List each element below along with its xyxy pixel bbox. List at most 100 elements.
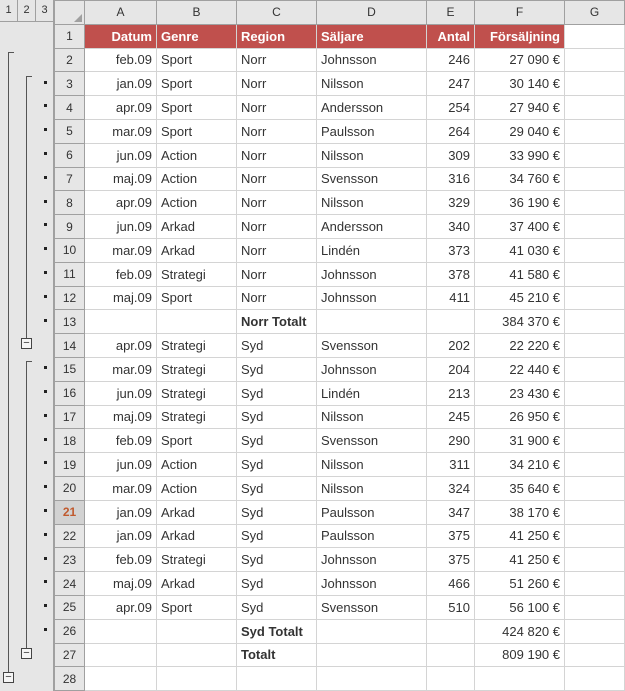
row-header-4[interactable]: 4 [55,96,85,120]
cell[interactable]: Strategi [157,381,237,405]
cell[interactable]: Action [157,143,237,167]
cell[interactable]: Syd [237,572,317,596]
cell[interactable]: 29 040 € [475,119,565,143]
cell[interactable] [157,667,237,691]
cell[interactable] [565,191,625,215]
cell[interactable]: 41 030 € [475,238,565,262]
row-header-19[interactable]: 19 [55,453,85,477]
cell[interactable]: Andersson [317,96,427,120]
cell[interactable]: Nilsson [317,72,427,96]
row-header-9[interactable]: 9 [55,215,85,239]
cell[interactable]: 809 190 € [475,643,565,667]
cell[interactable]: Syd Totalt [237,619,317,643]
cell[interactable]: 347 [427,500,475,524]
cell[interactable]: 311 [427,453,475,477]
cell[interactable]: 309 [427,143,475,167]
cell[interactable]: Norr [237,167,317,191]
cell[interactable] [475,667,565,691]
cell[interactable]: Johnsson [317,572,427,596]
header-cell-B[interactable]: Genre [157,24,237,48]
cell[interactable]: 510 [427,595,475,619]
cell[interactable]: jan.09 [85,524,157,548]
select-all-corner[interactable] [55,1,85,25]
cell[interactable]: jun.09 [85,215,157,239]
cell[interactable]: 35 640 € [475,476,565,500]
outline-level-2[interactable]: 2 [18,0,36,21]
cell[interactable]: 23 430 € [475,381,565,405]
cell[interactable]: 247 [427,72,475,96]
cell[interactable]: 375 [427,524,475,548]
cell[interactable]: 27 090 € [475,48,565,72]
cell[interactable]: feb.09 [85,429,157,453]
cell[interactable]: 34 760 € [475,167,565,191]
cell[interactable]: jan.09 [85,500,157,524]
row-header-6[interactable]: 6 [55,143,85,167]
cell[interactable]: 329 [427,191,475,215]
cell[interactable]: Paulsson [317,524,427,548]
cell[interactable] [565,429,625,453]
cell[interactable]: Syd [237,595,317,619]
cell[interactable]: Action [157,453,237,477]
cell[interactable]: Syd [237,357,317,381]
cell[interactable] [565,643,625,667]
row-header-27[interactable]: 27 [55,643,85,667]
cell[interactable]: Arkad [157,524,237,548]
cell[interactable]: 27 940 € [475,96,565,120]
cell[interactable]: Svensson [317,595,427,619]
cell[interactable]: 254 [427,96,475,120]
header-cell-F[interactable]: Försäljning [475,24,565,48]
cell[interactable]: Nilsson [317,405,427,429]
cell[interactable]: 38 170 € [475,500,565,524]
cell[interactable]: Sport [157,96,237,120]
cell[interactable]: feb.09 [85,548,157,572]
cell[interactable]: 411 [427,286,475,310]
cell[interactable]: Norr [237,143,317,167]
cell[interactable]: Paulsson [317,500,427,524]
cell[interactable] [317,643,427,667]
cell[interactable]: Arkad [157,215,237,239]
cell[interactable]: 264 [427,119,475,143]
cell[interactable]: Sport [157,429,237,453]
cell[interactable]: Sport [157,119,237,143]
cell[interactable]: Norr Totalt [237,310,317,334]
column-header-F[interactable]: F [475,1,565,25]
cell[interactable]: apr.09 [85,191,157,215]
cell[interactable] [565,548,625,572]
cell[interactable] [565,286,625,310]
cell[interactable]: Norr [237,191,317,215]
cell[interactable]: Lindén [317,238,427,262]
cell[interactable] [427,643,475,667]
cell[interactable]: 51 260 € [475,572,565,596]
row-header-5[interactable]: 5 [55,119,85,143]
cell[interactable]: Norr [237,48,317,72]
row-header-7[interactable]: 7 [55,167,85,191]
cell[interactable] [565,405,625,429]
cell[interactable]: 373 [427,238,475,262]
cell[interactable]: Lindén [317,381,427,405]
cell[interactable] [565,119,625,143]
cell[interactable]: 45 210 € [475,286,565,310]
header-cell-D[interactable]: Säljare [317,24,427,48]
cell[interactable]: apr.09 [85,334,157,358]
cell[interactable] [85,310,157,334]
cell[interactable]: 36 190 € [475,191,565,215]
cell[interactable] [317,310,427,334]
cell[interactable]: mar.09 [85,357,157,381]
cell[interactable] [237,667,317,691]
cell[interactable]: Johnsson [317,48,427,72]
cell[interactable] [565,453,625,477]
row-header-28[interactable]: 28 [55,667,85,691]
cell[interactable] [565,24,625,48]
row-header-16[interactable]: 16 [55,381,85,405]
cell[interactable]: maj.09 [85,286,157,310]
cell[interactable]: Syd [237,476,317,500]
cell[interactable] [427,667,475,691]
cell[interactable]: Norr [237,119,317,143]
row-header-25[interactable]: 25 [55,595,85,619]
cell[interactable]: Strategi [157,405,237,429]
cell[interactable]: Paulsson [317,119,427,143]
cell[interactable]: jun.09 [85,143,157,167]
cell[interactable] [85,667,157,691]
row-header-26[interactable]: 26 [55,619,85,643]
cell[interactable]: maj.09 [85,405,157,429]
